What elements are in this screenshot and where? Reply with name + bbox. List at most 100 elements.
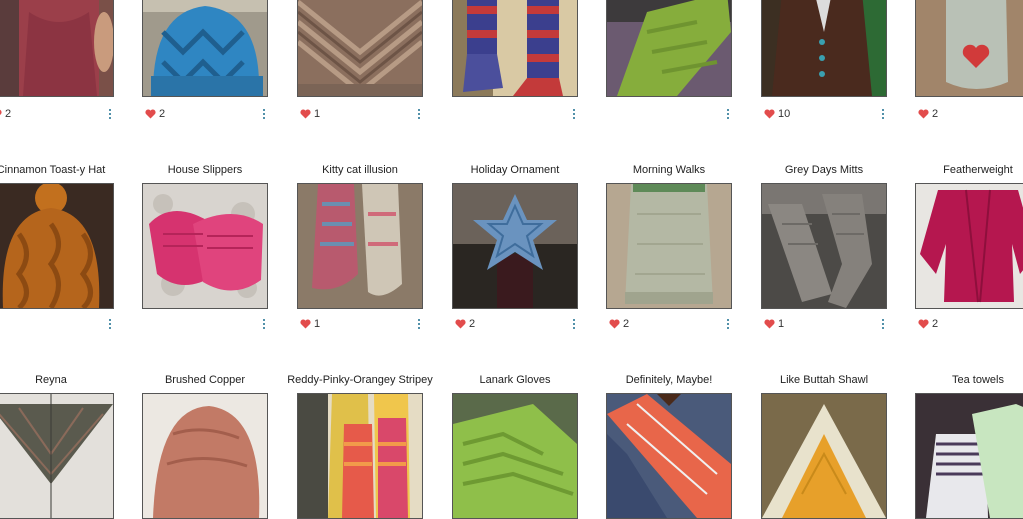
- project-photo[interactable]: [761, 0, 887, 97]
- heart-icon[interactable]: [455, 319, 466, 329]
- card-meta: 2: [142, 108, 268, 122]
- like-count: 2: [932, 318, 939, 330]
- like-count: 2: [623, 318, 630, 330]
- project-photo[interactable]: [761, 183, 887, 309]
- green-gloves-photo-image: [453, 394, 577, 518]
- project-title[interactable]: Lanark Gloves: [438, 360, 592, 386]
- card-meta: [0, 318, 114, 332]
- project-photo[interactable]: [0, 183, 114, 309]
- more-options-icon[interactable]: [415, 107, 423, 121]
- project-title[interactable]: Reyna: [0, 360, 128, 386]
- more-options-icon[interactable]: [570, 317, 578, 331]
- heart-icon[interactable]: [145, 109, 156, 119]
- project-title[interactable]: Morning Walks: [592, 150, 746, 176]
- orange-socks-photo-image: [298, 394, 422, 518]
- card-meta: 2: [0, 108, 114, 122]
- heart-sock-photo-image: [916, 0, 1023, 96]
- project-photo[interactable]: [297, 0, 423, 97]
- project-photo[interactable]: [142, 183, 268, 309]
- project-title[interactable]: Cinnamon Toast-y Hat: [0, 150, 128, 176]
- orange-stripe-wrap-photo-image: [607, 394, 731, 518]
- green-mitts-photo-image: [607, 0, 731, 96]
- tea-towels-photo-image: [916, 394, 1023, 518]
- heart-icon[interactable]: [0, 109, 2, 119]
- pink-slippers-photo-image: [143, 184, 267, 308]
- card-meta: 10: [761, 108, 887, 122]
- copper-hat-photo-image: [143, 394, 267, 518]
- more-options-icon[interactable]: [260, 107, 268, 121]
- project-photo[interactable]: [452, 183, 578, 309]
- card-meta: 2: [915, 318, 1023, 332]
- striped-socks-photo-image: ✶: [453, 0, 577, 96]
- project-photo[interactable]: [142, 393, 268, 519]
- more-options-icon[interactable]: [415, 317, 423, 331]
- project-photo[interactable]: [915, 183, 1023, 309]
- like-count: 1: [314, 108, 321, 120]
- project-photo[interactable]: [606, 183, 732, 309]
- project-photo[interactable]: [297, 183, 423, 309]
- project-photo[interactable]: [142, 0, 268, 97]
- more-options-icon[interactable]: [724, 107, 732, 121]
- like-count: 1: [314, 318, 321, 330]
- more-options-icon[interactable]: [879, 317, 887, 331]
- heart-icon[interactable]: [300, 109, 311, 119]
- card-meta: 1: [297, 108, 423, 122]
- kitty-socks-photo-image: [298, 184, 422, 308]
- heart-icon[interactable]: [918, 109, 929, 119]
- like-count: 2: [159, 108, 166, 120]
- card-meta: [452, 108, 578, 122]
- grey-mitts-photo-image: [762, 184, 886, 308]
- project-photo[interactable]: [606, 0, 732, 97]
- like-count: 2: [5, 108, 12, 120]
- yellow-shawl-photo-image: [762, 394, 886, 518]
- heart-icon[interactable]: [918, 319, 929, 329]
- project-title[interactable]: Brushed Copper: [128, 360, 282, 386]
- more-options-icon[interactable]: [106, 317, 114, 331]
- orange-hat-photo-image: [0, 184, 113, 308]
- heart-icon[interactable]: [300, 319, 311, 329]
- card-meta: [606, 108, 732, 122]
- like-count: 2: [932, 108, 939, 120]
- card-meta: 1: [297, 318, 423, 332]
- card-meta: 1: [761, 318, 887, 332]
- lace-shawl-photo-image: [298, 0, 422, 96]
- red-top-photo-image: [0, 0, 113, 96]
- project-title[interactable]: Tea towels: [901, 360, 1023, 386]
- heart-icon[interactable]: [609, 319, 620, 329]
- project-title[interactable]: Definitely, Maybe!: [592, 360, 746, 386]
- more-options-icon[interactable]: [724, 317, 732, 331]
- project-photo[interactable]: [297, 393, 423, 519]
- project-title[interactable]: House Slippers: [128, 150, 282, 176]
- grey-green-cowl-photo-image: [607, 184, 731, 308]
- project-photo[interactable]: [452, 393, 578, 519]
- like-count: 10: [778, 108, 791, 120]
- project-title[interactable]: Featherweight: [901, 150, 1023, 176]
- more-options-icon[interactable]: [260, 317, 268, 331]
- card-meta: 2: [915, 108, 1023, 122]
- magenta-cardigan-photo-image: [916, 184, 1023, 308]
- more-options-icon[interactable]: [879, 107, 887, 121]
- project-title[interactable]: Grey Days Mitts: [747, 150, 901, 176]
- project-photo[interactable]: ✶: [452, 0, 578, 97]
- more-options-icon[interactable]: [570, 107, 578, 121]
- project-photo[interactable]: [606, 393, 732, 519]
- card-meta: [142, 318, 268, 332]
- project-photo[interactable]: [0, 0, 114, 97]
- project-title[interactable]: Like Buttah Shawl: [747, 360, 901, 386]
- blue-hat-photo-image: [143, 0, 267, 96]
- project-photo[interactable]: [915, 393, 1023, 519]
- star-ornament-photo-image: [453, 184, 577, 308]
- project-title[interactable]: Holiday Ornament: [438, 150, 592, 176]
- project-title[interactable]: Reddy-Pinky-Orangey Stripey: [283, 360, 437, 386]
- heart-icon[interactable]: [764, 319, 775, 329]
- card-meta: 2: [606, 318, 732, 332]
- more-options-icon[interactable]: [106, 107, 114, 121]
- brown-cardigan-photo-image: [762, 0, 886, 96]
- like-count: 2: [469, 318, 476, 330]
- project-photo[interactable]: [0, 393, 114, 519]
- project-title[interactable]: Kitty cat illusion: [283, 150, 437, 176]
- project-photo[interactable]: [761, 393, 887, 519]
- heart-icon[interactable]: [764, 109, 775, 119]
- project-photo[interactable]: [915, 0, 1023, 97]
- card-meta: 2: [452, 318, 578, 332]
